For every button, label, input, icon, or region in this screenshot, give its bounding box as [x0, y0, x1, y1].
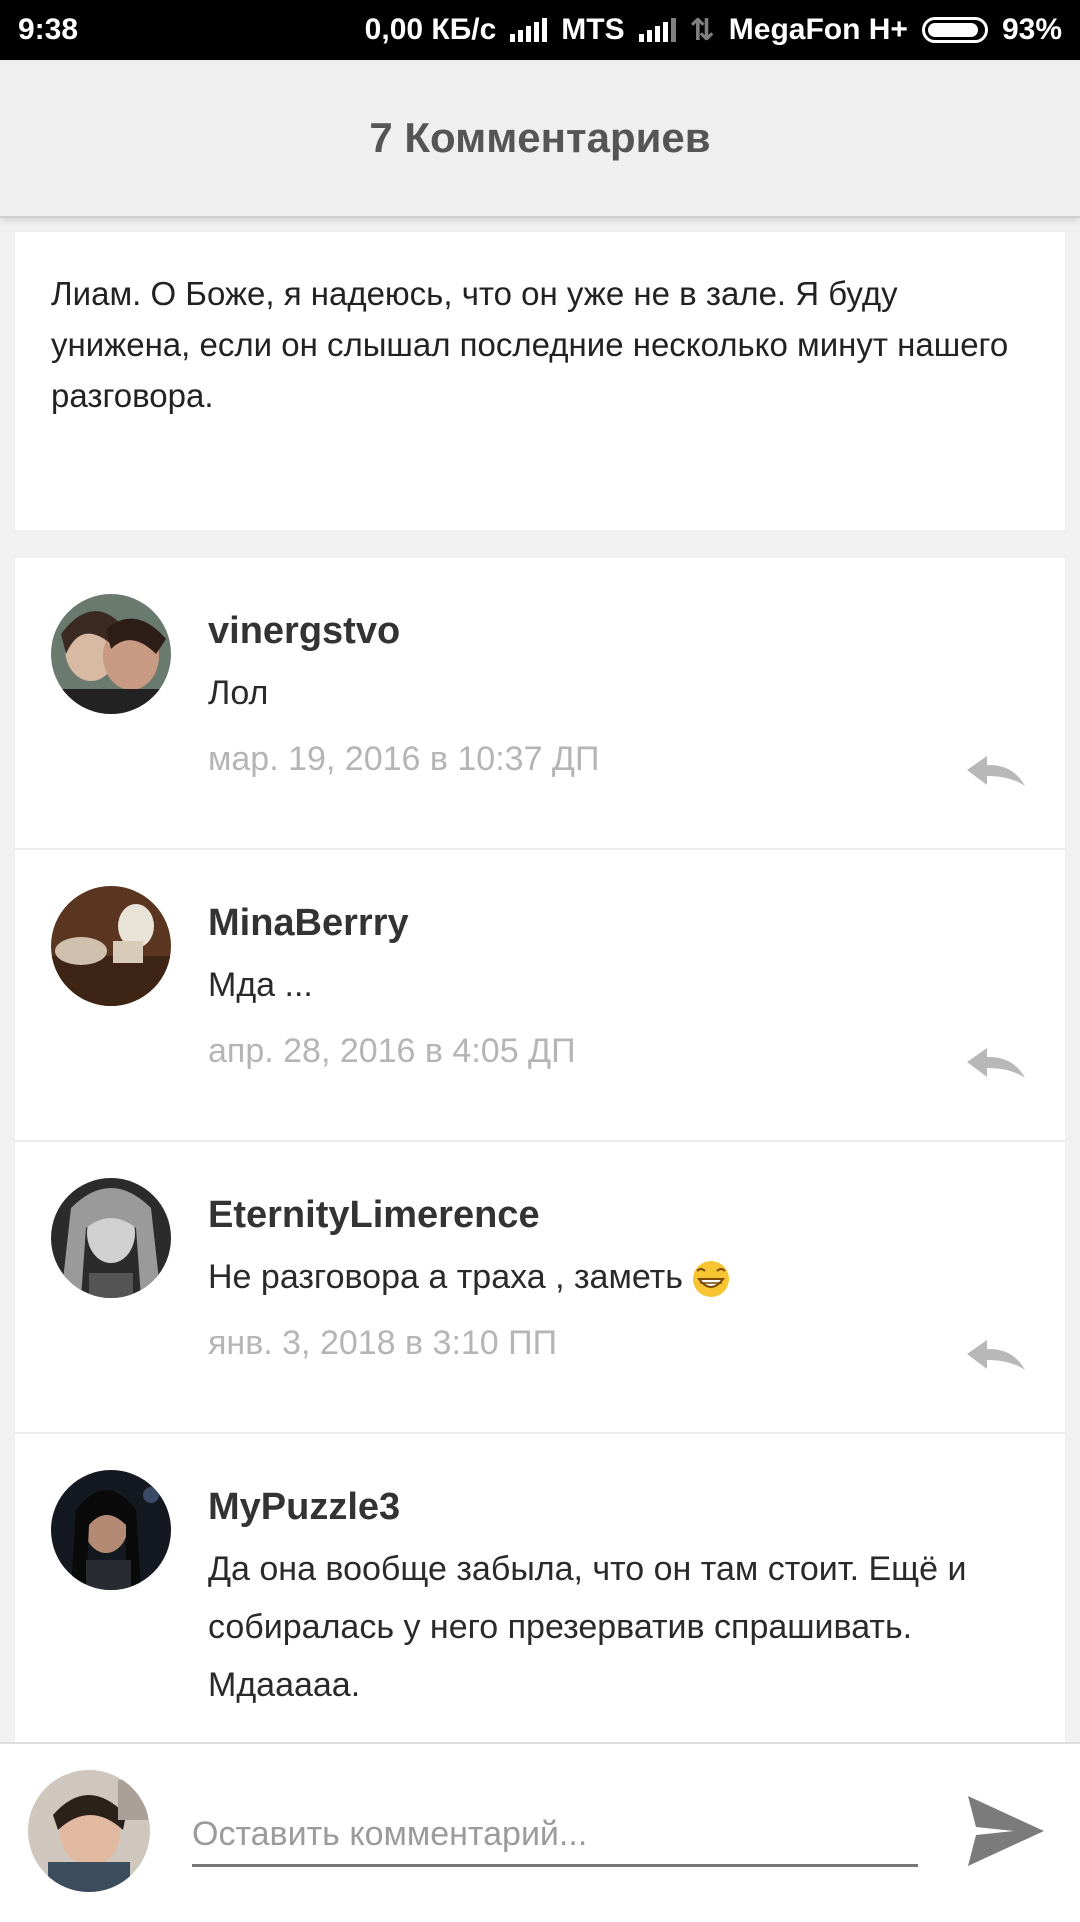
current-user-avatar [28, 1770, 150, 1892]
comment-username[interactable]: vinergstvo [208, 606, 1025, 656]
comment-item: MyPuzzle3 Да она вообще забыла, что он т… [15, 1434, 1065, 1742]
comment-username[interactable]: EternityLimerence [208, 1190, 1025, 1240]
comments-header: 7 Комментариев [0, 60, 1080, 218]
comment-item: vinergstvo Лол мар. 19, 2016 в 10:37 ДП [15, 558, 1065, 850]
comment-date: янв. 3, 2018 в 3:10 ПП [208, 1324, 558, 1362]
comment-username[interactable]: MyPuzzle3 [208, 1482, 1025, 1532]
comments-list[interactable]: vinergstvo Лол мар. 19, 2016 в 10:37 ДП … [15, 548, 1065, 1742]
comment-composer [0, 1742, 1080, 1922]
carrier-1: MTS [561, 13, 625, 46]
send-icon[interactable] [962, 1788, 1048, 1874]
network-speed: 0,00 КБ/с [364, 13, 497, 46]
status-bar: 9:38 0,00 КБ/с MTS ⇅ MegaFon H+ 93% [0, 0, 1080, 60]
comment-username[interactable]: MinaBerrry [208, 898, 1025, 948]
comment-input[interactable] [192, 1804, 918, 1867]
signal-icon-2 [638, 18, 676, 42]
avatar[interactable] [51, 886, 171, 1006]
comment-date: мар. 19, 2016 в 10:37 ДП [208, 740, 600, 778]
battery-percent: 93% [1001, 13, 1062, 46]
comment-text-row: Не разговора а траха , заметь [208, 1248, 1025, 1306]
avatar[interactable] [51, 1178, 171, 1298]
comment-item: MinaBerrry Мда ... апр. 28, 2016 в 4:05 … [15, 850, 1065, 1142]
comment-body: EternityLimerence Не разговора а траха ,… [208, 1190, 1025, 1368]
battery-icon [921, 17, 988, 43]
data-arrows-icon: ⇅ [689, 13, 715, 47]
reply-arrow-icon[interactable] [965, 1336, 1027, 1376]
carrier-2: MegaFon H+ [728, 13, 908, 46]
quoted-text: Лиам. О Боже, я надеюсь, что он уже не в… [51, 275, 1009, 414]
page-title: 7 Комментариев [369, 114, 711, 161]
comment-body: vinergstvo Лол мар. 19, 2016 в 10:37 ДП [208, 606, 1025, 784]
reply-arrow-icon[interactable] [965, 752, 1027, 792]
avatar[interactable] [51, 1470, 171, 1590]
comment-body: MinaBerrry Мда ... апр. 28, 2016 в 4:05 … [208, 898, 1025, 1076]
comment-body: MyPuzzle3 Да она вообще забыла, что он т… [208, 1482, 1025, 1714]
comment-date: апр. 28, 2016 в 4:05 ДП [208, 1032, 576, 1070]
grinning-emoji-icon [692, 1261, 729, 1298]
comment-text: Лол [208, 674, 269, 712]
signal-icon [510, 18, 548, 42]
status-right: 0,00 КБ/с MTS ⇅ MegaFon H+ 93% [365, 13, 1062, 48]
comment-text: Да она вообще забыла, что он там стоит. … [208, 1550, 967, 1704]
quoted-paragraph: Лиам. О Боже, я надеюсь, что он уже не в… [15, 232, 1065, 530]
avatar[interactable] [51, 594, 171, 714]
status-time: 9:38 [18, 13, 79, 46]
comment-text: Не разговора а траха , заметь [208, 1258, 683, 1296]
comment-item: EternityLimerence Не разговора а траха ,… [15, 1142, 1065, 1434]
reply-arrow-icon[interactable] [965, 1044, 1027, 1084]
comment-text: Мда ... [208, 966, 313, 1004]
